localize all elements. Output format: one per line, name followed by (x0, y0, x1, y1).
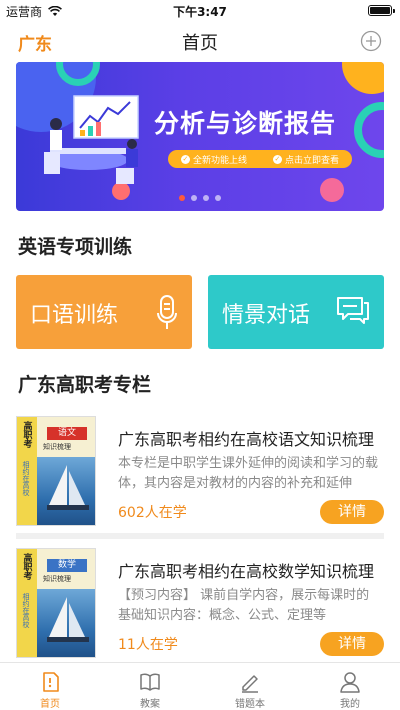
check-icon: ✓ (180, 154, 190, 164)
column-section-title: 广东高职考专栏 (18, 374, 152, 396)
english-section-title: 英语专项训练 (18, 236, 133, 258)
carousel-dot[interactable] (215, 195, 221, 201)
tab-home[interactable]: 首页 (0, 663, 100, 710)
tab-bar: 首页 教案 错题本 我的 (0, 662, 400, 710)
course-description: 本专栏是中职学生课外延伸的阅读和学习的载体，其内容是对教材的内容的补充和延伸 (118, 456, 379, 491)
cover-side-label: 相约在高校 (22, 461, 30, 496)
learner-count: 602人在学 (118, 505, 187, 521)
promo-banner[interactable]: 分析与诊断报告 ✓ 全新功能上线 ✓ 点击立即查看 (16, 62, 384, 211)
cover-sailboat-image (37, 457, 95, 525)
carousel-dot[interactable] (179, 195, 185, 201)
course-cover: 高职考 相约在高校 数学 知识梳理 (16, 548, 96, 658)
tab-label: 我的 (340, 699, 360, 710)
course-cover: 高职考 相约在高校 语文 知识梳理 (16, 416, 96, 526)
carousel-dot[interactable] (203, 195, 209, 201)
user-icon (340, 672, 360, 693)
sailboat-icon (47, 465, 89, 510)
banner-decoration (354, 102, 384, 158)
tab-label: 教案 (140, 699, 160, 710)
banner-tag: ✓ 全新功能上线 (180, 153, 247, 166)
add-circle-icon[interactable] (360, 30, 382, 52)
cover-subtitle: 知识梳理 (43, 443, 71, 451)
pencil-icon (242, 675, 258, 693)
tab-label: 首页 (40, 699, 60, 710)
banner-tag: ✓ 点击立即查看 (272, 153, 339, 166)
carousel-indicator[interactable] (16, 195, 384, 201)
course-item[interactable]: 高职考 相约在高校 语文 知识梳理 广东高职考相约在高校语文知识梳理 本专栏是中… (0, 416, 400, 546)
banner-decoration (342, 62, 384, 94)
check-icon: ✓ (272, 154, 282, 164)
cover-sailboat-image (37, 589, 95, 657)
battery-icon (368, 5, 395, 16)
scene-dialogue-card[interactable]: 情景对话 (208, 275, 384, 349)
cover-strip-label: 高职考 (21, 421, 32, 448)
page-title: 首页 (182, 33, 218, 54)
home-icon (43, 672, 59, 692)
course-item[interactable]: 高职考 相约在高校 数学 知识梳理 广东高职考相约在高校数学知识梳理 【预习内容… (0, 548, 400, 678)
banner-title: 分析与诊断报告 (154, 109, 337, 138)
sailboat-icon (47, 597, 89, 642)
tab-lesson-plan[interactable]: 教案 (100, 663, 200, 710)
tab-label: 错题本 (235, 699, 265, 710)
course-title: 广东高职考相约在高校数学知识梳理 (118, 562, 375, 581)
cover-subtitle: 知识梳理 (43, 575, 71, 583)
speaking-training-card[interactable]: 口语训练 (16, 275, 192, 349)
detail-button[interactable]: 详情 (320, 500, 384, 524)
carousel-dot[interactable] (191, 195, 197, 201)
microphone-icon (157, 295, 177, 329)
learner-count: 11人在学 (118, 637, 178, 653)
status-bar: 运营商 下午3:47 (0, 0, 400, 22)
cover-side-label: 相约在高校 (22, 593, 30, 628)
tab-mine[interactable]: 我的 (300, 663, 400, 710)
tab-mistake-book[interactable]: 错题本 (200, 663, 300, 710)
cover-subject: 数学 (47, 559, 87, 572)
status-time: 下午3:47 (173, 5, 227, 19)
chat-bubbles-icon (337, 297, 369, 324)
speaking-training-label: 口语训练 (30, 303, 119, 328)
course-title: 广东高职考相约在高校语文知识梳理 (118, 430, 375, 449)
course-description: 【预习内容】 课前自学内容，展示每课时的基础知识内容：概念、公式、定理等 (118, 588, 370, 623)
analysis-illustration (44, 95, 139, 184)
banner-tag-label: 全新功能上线 (192, 155, 247, 166)
scene-dialogue-label: 情景对话 (222, 303, 311, 328)
cover-subject: 语文 (47, 427, 87, 440)
cover-strip-label: 高职考 (21, 553, 32, 580)
banner-tags: ✓ 全新功能上线 ✓ 点击立即查看 (168, 150, 352, 168)
list-divider (16, 533, 384, 539)
nav-bar: 广东 首页 (0, 22, 400, 62)
banner-tag-label: 点击立即查看 (284, 155, 339, 166)
book-icon (140, 673, 160, 691)
detail-button[interactable]: 详情 (320, 632, 384, 656)
